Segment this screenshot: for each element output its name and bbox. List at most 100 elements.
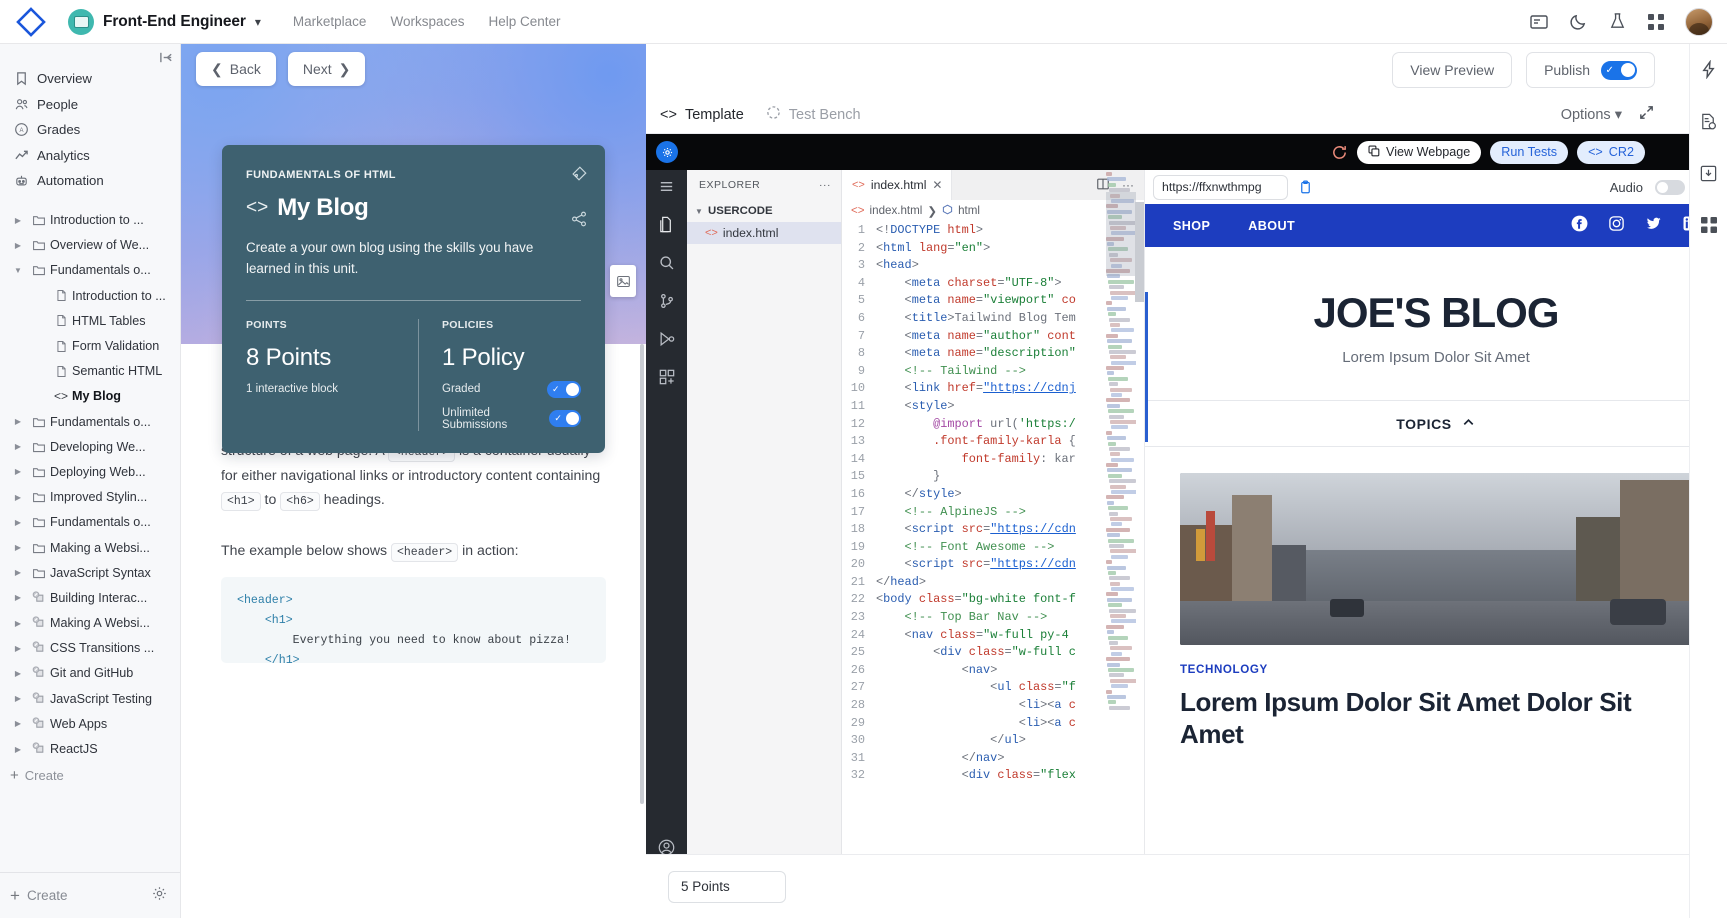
- view-webpage-button[interactable]: View Webpage: [1357, 140, 1482, 164]
- sidebar-item-grades[interactable]: A Grades: [0, 117, 180, 143]
- chevron-right-icon[interactable]: ▶: [8, 568, 28, 577]
- back-button[interactable]: ❮ Back: [196, 52, 276, 86]
- tree-item[interactable]: Introduction to ...: [0, 283, 180, 308]
- tree-item[interactable]: ▶ Improved Stylin...: [0, 485, 180, 510]
- sidebar-item-people[interactable]: People: [0, 92, 180, 118]
- lab-icon[interactable]: [1608, 12, 1627, 31]
- sidebar-item-overview[interactable]: Overview: [0, 66, 180, 92]
- chevron-right-icon[interactable]: ▶: [8, 241, 28, 250]
- menu-icon[interactable]: [658, 178, 675, 195]
- tree-item[interactable]: ▶ Developing We...: [0, 434, 180, 459]
- lesson-scrollbar[interactable]: [640, 344, 644, 804]
- chevron-down-icon[interactable]: ▾: [255, 15, 261, 29]
- nav-help-center[interactable]: Help Center: [488, 14, 560, 29]
- gear-icon[interactable]: [656, 141, 678, 163]
- tree-item[interactable]: ▶ Fundamentals o...: [0, 510, 180, 535]
- run-tests-button[interactable]: Run Tests: [1490, 140, 1569, 164]
- editor-minimap[interactable]: [1106, 172, 1136, 752]
- tree-item[interactable]: ▶ Making a Websi...: [0, 535, 180, 560]
- tab-template[interactable]: <> Template: [660, 107, 744, 123]
- site-nav-about[interactable]: ABOUT: [1248, 219, 1295, 233]
- chevron-right-icon[interactable]: ▶: [8, 593, 28, 602]
- options-button[interactable]: Options ▾: [1561, 107, 1622, 123]
- breadcrumb-file[interactable]: index.html: [870, 204, 923, 217]
- chevron-right-icon[interactable]: ▶: [8, 442, 28, 451]
- tree-item[interactable]: ▶ JavaScript Syntax: [0, 560, 180, 585]
- chevron-right-icon[interactable]: ▶: [8, 543, 28, 552]
- next-button[interactable]: Next ❯: [287, 52, 366, 86]
- chevron-right-icon[interactable]: ▶: [8, 518, 28, 527]
- tree-item[interactable]: ▶ CSS Transitions ...: [0, 636, 180, 661]
- site-topics-bar[interactable]: TOPICS: [1145, 400, 1727, 447]
- chevron-right-icon[interactable]: ▶: [8, 719, 28, 728]
- explorer-file-index-html[interactable]: <> index.html: [687, 222, 841, 244]
- view-preview-button[interactable]: View Preview: [1392, 52, 1513, 88]
- tree-item[interactable]: ▶ Making A Websi...: [0, 611, 180, 636]
- extensions-icon[interactable]: [658, 368, 676, 386]
- share-icon[interactable]: [570, 210, 588, 233]
- nav-workspaces[interactable]: Workspaces: [390, 14, 464, 29]
- apps-icon[interactable]: [1647, 13, 1665, 31]
- tree-item[interactable]: ▶ Web Apps: [0, 711, 180, 736]
- editor-scrollbar[interactable]: [1135, 202, 1144, 302]
- site-nav-shop[interactable]: SHOP: [1173, 219, 1210, 233]
- more-icon[interactable]: ···: [819, 179, 831, 191]
- breadcrumb-node[interactable]: html: [958, 204, 980, 217]
- tree-item[interactable]: ▶ Introduction to ...: [0, 208, 180, 233]
- chevron-right-icon[interactable]: ▶: [8, 669, 28, 678]
- collapse-sidebar-icon[interactable]: [159, 50, 174, 67]
- image-insert-icon[interactable]: [610, 265, 636, 297]
- chevron-right-icon[interactable]: ▶: [8, 694, 28, 703]
- grid-icon[interactable]: [1700, 216, 1718, 239]
- refresh-icon[interactable]: [1331, 144, 1348, 161]
- gear-icon[interactable]: [151, 885, 168, 907]
- policy-toggle[interactable]: ✓: [549, 410, 581, 428]
- search-icon[interactable]: [658, 254, 676, 272]
- tree-item[interactable]: ▶ Git and GitHub: [0, 661, 180, 686]
- points-input[interactable]: 5 Points: [668, 870, 786, 903]
- sidebar-create-inline[interactable]: + Create: [0, 762, 180, 790]
- post-title[interactable]: Lorem Ipsum Dolor Sit Amet Dolor Sit Ame…: [1180, 687, 1692, 751]
- tab-test-bench[interactable]: Test Bench: [766, 105, 861, 124]
- explorer-icon[interactable]: [657, 215, 676, 234]
- editor-code-area[interactable]: 1 <!DOCTYPE html> 2 <html lang="en"> 3 <head>…: [842, 221, 1144, 918]
- chevron-right-icon[interactable]: ▶: [8, 417, 28, 426]
- chevron-right-icon[interactable]: ▶: [8, 467, 28, 476]
- clipboard-icon[interactable]: [1298, 180, 1313, 195]
- tree-item[interactable]: ▶ Deploying Web...: [0, 459, 180, 484]
- classroom-icon[interactable]: [1529, 12, 1549, 32]
- nav-marketplace[interactable]: Marketplace: [293, 14, 367, 29]
- publish-button[interactable]: Publish ✓: [1526, 52, 1655, 88]
- sidebar-item-analytics[interactable]: Analytics: [0, 143, 180, 169]
- audio-toggle[interactable]: [1655, 179, 1685, 195]
- tree-item[interactable]: ▶ JavaScript Testing: [0, 686, 180, 711]
- explorer-root[interactable]: ▼ USERCODE: [687, 200, 841, 222]
- instagram-icon[interactable]: [1608, 215, 1625, 237]
- tree-item[interactable]: ▶ ReactJS: [0, 736, 180, 761]
- tree-item[interactable]: Semantic HTML: [0, 359, 180, 384]
- tree-item[interactable]: Form Validation: [0, 333, 180, 358]
- twitter-icon[interactable]: [1645, 215, 1662, 237]
- source-control-icon[interactable]: [658, 292, 676, 310]
- tree-item[interactable]: ▶ Overview of We...: [0, 233, 180, 258]
- chevron-right-icon[interactable]: ▶: [8, 493, 28, 502]
- diamond-tag-icon[interactable]: [570, 165, 588, 188]
- policy-toggle[interactable]: ✓: [547, 380, 581, 398]
- tree-item[interactable]: ▶ Building Interac...: [0, 585, 180, 610]
- tree-item[interactable]: ▼ Fundamentals o...: [0, 258, 180, 283]
- expand-icon[interactable]: [1638, 104, 1655, 125]
- chevron-down-icon[interactable]: ▼: [8, 266, 28, 275]
- publish-toggle[interactable]: ✓: [1601, 60, 1637, 80]
- tree-item[interactable]: HTML Tables: [0, 308, 180, 333]
- facebook-icon[interactable]: [1571, 215, 1588, 237]
- close-icon[interactable]: ✕: [932, 178, 942, 192]
- sidebar-item-automation[interactable]: Automation: [0, 168, 180, 194]
- post-category[interactable]: TECHNOLOGY: [1180, 663, 1692, 676]
- chevron-right-icon[interactable]: ▶: [8, 745, 28, 754]
- sidebar-create-button[interactable]: + Create: [10, 886, 67, 906]
- document-shield-icon[interactable]: [1699, 112, 1718, 136]
- lightning-icon[interactable]: [1699, 59, 1718, 84]
- brand-logo-icon[interactable]: [14, 5, 48, 39]
- chevron-right-icon[interactable]: ▶: [8, 216, 28, 225]
- run-debug-icon[interactable]: [658, 330, 676, 348]
